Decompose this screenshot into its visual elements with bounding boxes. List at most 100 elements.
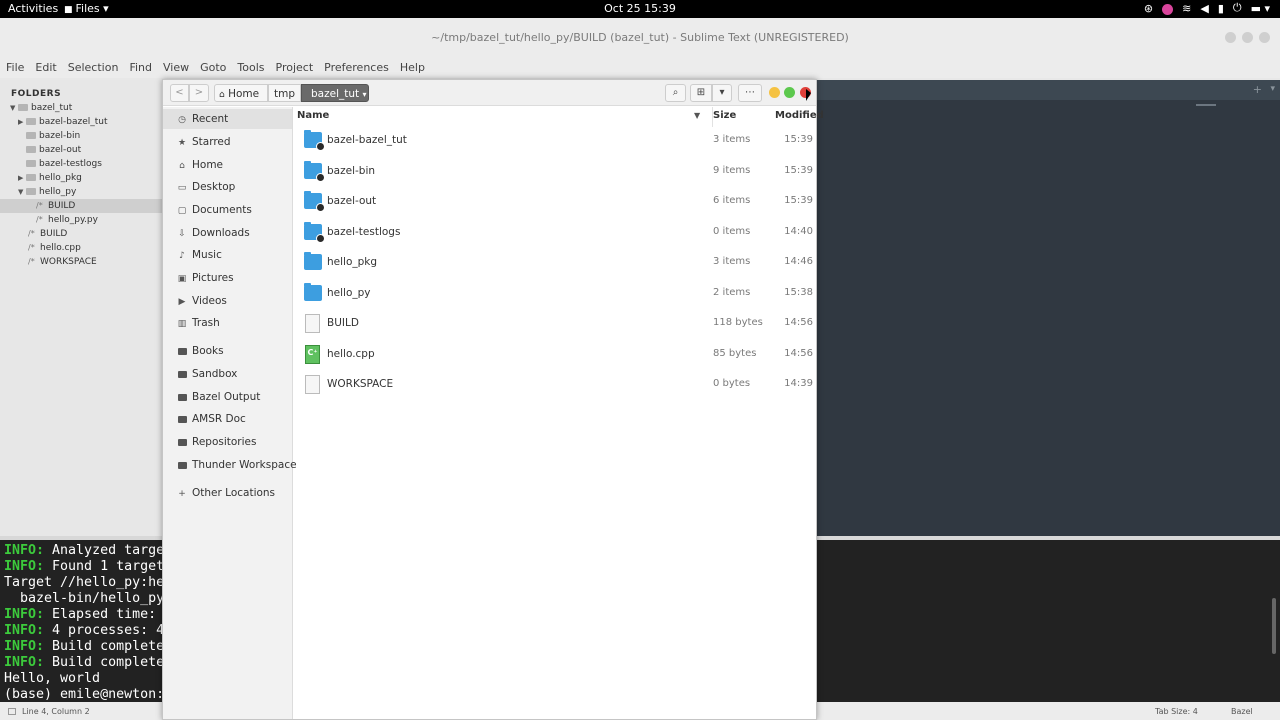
minimize-button[interactable] bbox=[769, 87, 780, 98]
place-sandbox[interactable]: Sandbox bbox=[163, 364, 292, 384]
menu-view[interactable]: View bbox=[158, 58, 189, 78]
app-indicator-icon[interactable] bbox=[1162, 3, 1174, 15]
chevron-down-icon: ▾ bbox=[362, 90, 367, 99]
tree-item-hello-py[interactable]: ▼ hello_py bbox=[0, 185, 163, 199]
file-row[interactable]: WORKSPACE 0 bytes 14:39 bbox=[294, 370, 816, 400]
vpn-icon[interactable]: ⊛ bbox=[1144, 2, 1153, 15]
place-desktop[interactable]: ▭ Desktop bbox=[163, 177, 292, 197]
tab-list-icon[interactable]: ▾ bbox=[1270, 84, 1275, 94]
tab-size[interactable]: Tab Size: 4 bbox=[1155, 707, 1198, 716]
menu-button[interactable]: ⋯ bbox=[738, 84, 762, 102]
place-videos[interactable]: ▶ Videos bbox=[163, 291, 292, 311]
file-row[interactable]: bazel-bin 9 items 15:39 bbox=[294, 157, 816, 187]
menu-preferences[interactable]: Preferences bbox=[319, 58, 389, 78]
place-starred[interactable]: ★ Starred bbox=[163, 132, 292, 152]
place-thunder-workspace[interactable]: Thunder Workspace bbox=[163, 455, 297, 475]
place-other-locations[interactable]: + Other Locations bbox=[163, 483, 292, 503]
file-row[interactable]: C⁺ hello.cpp 85 bytes 14:56 bbox=[294, 340, 816, 370]
text-file-icon bbox=[305, 375, 320, 394]
tree-item-hello-py-build[interactable]: /* BUILD bbox=[0, 199, 163, 213]
column-header-modified[interactable]: Modified bbox=[775, 107, 824, 127]
menu-find[interactable]: Find bbox=[124, 58, 152, 78]
terminal-scrollbar[interactable] bbox=[1272, 598, 1276, 654]
minimize-button[interactable] bbox=[1225, 32, 1236, 43]
menu-help[interactable]: Help bbox=[395, 58, 425, 78]
place-amsr-doc[interactable]: AMSR Doc bbox=[163, 409, 292, 429]
place-recent[interactable]: ◷ Recent bbox=[163, 109, 292, 129]
chevron-right-icon: > bbox=[194, 87, 204, 98]
file-size: 0 items bbox=[713, 226, 751, 237]
minimap[interactable] bbox=[1196, 104, 1216, 106]
view-grid-button[interactable]: ⊞ bbox=[690, 84, 712, 102]
place-bazel-output[interactable]: Bazel Output bbox=[163, 387, 292, 407]
syntax-selector[interactable]: Bazel bbox=[1231, 707, 1253, 716]
place-books[interactable]: Books bbox=[163, 341, 292, 361]
file-row[interactable]: bazel-out 6 items 15:39 bbox=[294, 187, 816, 217]
clock[interactable]: Oct 25 15:39 bbox=[0, 2, 1280, 15]
system-tray[interactable]: ⊛ ≋ ◀ ▮ ⏻ ▬ ▾ bbox=[1144, 1, 1270, 15]
place-downloads[interactable]: ⇩ Downloads bbox=[163, 223, 292, 243]
view-options-button[interactable]: ▾ bbox=[712, 84, 732, 102]
microphone-icon[interactable]: ▮ bbox=[1218, 2, 1224, 15]
file-name: bazel-bin bbox=[327, 165, 376, 177]
back-button[interactable]: < bbox=[170, 84, 189, 102]
file-modified: 14:46 bbox=[784, 256, 813, 267]
power-icon[interactable]: ⏻ bbox=[1233, 1, 1242, 15]
maximize-button[interactable] bbox=[1242, 32, 1253, 43]
place-repositories[interactable]: Repositories bbox=[163, 432, 292, 452]
collapsed-arrow-icon[interactable]: ▶ bbox=[18, 115, 26, 129]
place-trash[interactable]: ▥ Trash bbox=[163, 313, 292, 333]
editor-area[interactable]: + ▾ bbox=[816, 80, 1280, 536]
tree-item-workspace[interactable]: /* WORKSPACE bbox=[0, 255, 163, 269]
tree-item-bazel-bazel-tut[interactable]: ▶ bazel-bazel_tut bbox=[0, 115, 163, 129]
menu-selection[interactable]: Selection bbox=[63, 58, 119, 78]
breadcrumb-home[interactable]: ⌂ Home bbox=[214, 84, 268, 102]
breadcrumb-tmp[interactable]: tmp bbox=[268, 84, 301, 102]
tree-item-hello-cpp[interactable]: /* hello.cpp bbox=[0, 241, 163, 255]
close-button[interactable] bbox=[1259, 32, 1270, 43]
menu-tools[interactable]: Tools bbox=[232, 58, 264, 78]
place-music[interactable]: ♪ Music bbox=[163, 245, 292, 265]
column-header-size[interactable]: Size bbox=[712, 107, 736, 127]
file-row[interactable]: bazel-bazel_tut 3 items 15:39 bbox=[294, 126, 816, 156]
breadcrumb-bazel-tut[interactable]: bazel_tut ▾ bbox=[301, 84, 369, 102]
tree-item-hello-pkg[interactable]: ▶ hello_pkg bbox=[0, 171, 163, 185]
file-row[interactable]: bazel-testlogs 0 items 14:40 bbox=[294, 218, 816, 248]
menu-bar: File Edit Selection Find View Goto Tools… bbox=[0, 58, 1280, 78]
new-tab-icon[interactable]: + bbox=[1253, 83, 1262, 96]
tree-item-bazel-out[interactable]: bazel-out bbox=[0, 143, 163, 157]
menu-edit[interactable]: Edit bbox=[30, 58, 56, 78]
place-home[interactable]: ⌂ Home bbox=[163, 155, 292, 175]
expanded-arrow-icon[interactable]: ▼ bbox=[10, 101, 18, 115]
volume-icon[interactable]: ◀ bbox=[1200, 2, 1208, 15]
tree-item-bazel-tut[interactable]: ▼ bazel_tut bbox=[0, 101, 163, 115]
tree-item-build[interactable]: /* BUILD bbox=[0, 227, 163, 241]
folder-icon bbox=[18, 104, 28, 111]
sort-arrow-icon[interactable]: ▼ bbox=[694, 107, 700, 127]
file-modified: 14:56 bbox=[784, 317, 813, 328]
tree-item-bazel-testlogs[interactable]: bazel-testlogs bbox=[0, 157, 163, 171]
file-row[interactable]: BUILD 118 bytes 14:56 bbox=[294, 309, 816, 339]
column-header-name[interactable]: Name bbox=[297, 107, 329, 127]
forward-button[interactable]: > bbox=[189, 84, 209, 102]
cursor-position[interactable]: Line 4, Column 2 bbox=[8, 707, 90, 716]
tree-item-label: bazel-bazel_tut bbox=[39, 117, 108, 127]
file-name: WORKSPACE bbox=[327, 378, 394, 390]
folder-link-icon bbox=[304, 130, 325, 151]
file-row[interactable]: hello_pkg 3 items 14:46 bbox=[294, 248, 816, 278]
menu-project[interactable]: Project bbox=[271, 58, 314, 78]
place-documents[interactable]: ▢ Documents bbox=[163, 200, 292, 220]
expanded-arrow-icon[interactable]: ▼ bbox=[18, 185, 26, 199]
collapsed-arrow-icon[interactable]: ▶ bbox=[18, 171, 26, 185]
search-button[interactable]: ⌕ bbox=[665, 84, 686, 102]
tree-item-hello-py-py[interactable]: /* hello_py.py bbox=[0, 213, 163, 227]
tree-item-bazel-bin[interactable]: bazel-bin bbox=[0, 129, 163, 143]
maximize-button[interactable] bbox=[784, 87, 795, 98]
battery-icon[interactable]: ▬ ▾ bbox=[1251, 2, 1270, 15]
menu-goto[interactable]: Goto bbox=[195, 58, 226, 78]
place-pictures[interactable]: ▣ Pictures bbox=[163, 268, 292, 288]
wifi-icon[interactable]: ≋ bbox=[1182, 2, 1191, 15]
menu-file[interactable]: File bbox=[0, 58, 24, 78]
panel-toggle-icon[interactable] bbox=[8, 708, 16, 715]
file-row[interactable]: hello_py 2 items 15:38 bbox=[294, 279, 816, 309]
